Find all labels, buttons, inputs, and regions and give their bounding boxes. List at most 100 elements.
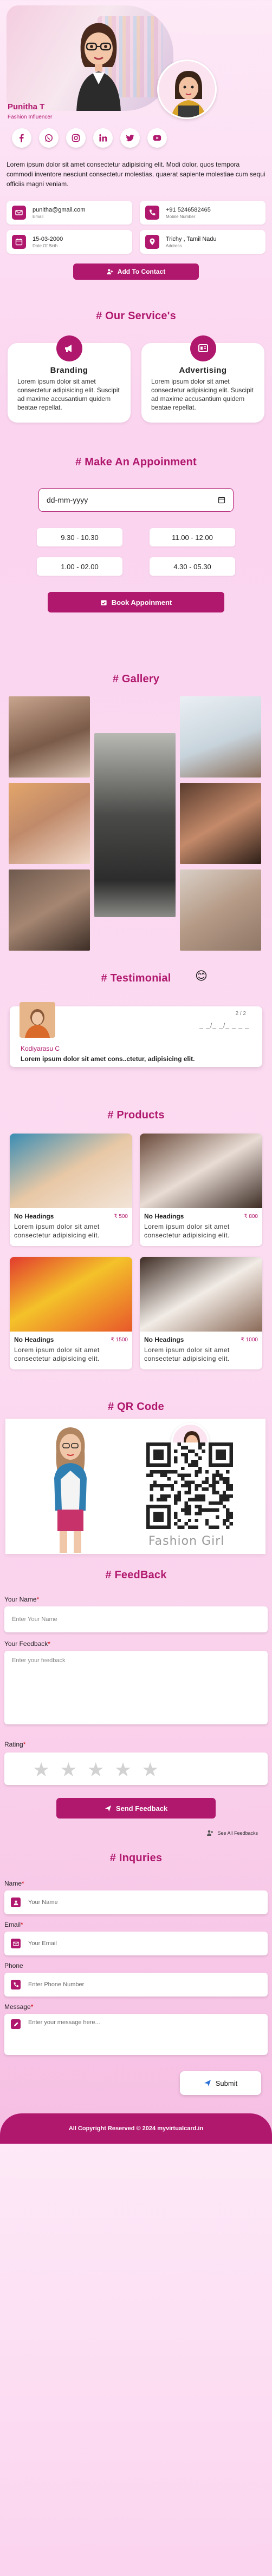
- product-card[interactable]: No Headings ₹ 1000 Lorem ipsum dolor sit …: [140, 1257, 262, 1369]
- product-name: No Headings: [14, 1213, 54, 1220]
- gallery-grid: [9, 696, 263, 951]
- product-price: ₹ 1000: [241, 1336, 258, 1343]
- star-icon[interactable]: ★: [33, 1760, 50, 1780]
- product-image: [10, 1134, 132, 1208]
- emoji-icon: 😊: [195, 969, 208, 983]
- twitter-icon[interactable]: [120, 128, 140, 148]
- inquiry-name-input[interactable]: Your Name: [4, 1890, 268, 1914]
- gallery-image[interactable]: [180, 869, 261, 951]
- profile-avatar-large: [76, 23, 121, 111]
- products-title: # Products: [107, 1109, 165, 1121]
- rating-label: Rating*: [4, 1741, 26, 1748]
- gallery-image[interactable]: [9, 696, 90, 778]
- gallery-image[interactable]: [94, 733, 176, 917]
- product-card[interactable]: No Headings ₹ 500 Lorem ipsum dolor sit a…: [10, 1134, 132, 1246]
- product-price: ₹ 1500: [111, 1336, 128, 1343]
- about-text: Lorem ipsum dolor sit amet consectetur a…: [7, 161, 265, 188]
- see-all-label: See All Feedbacks: [217, 1830, 258, 1836]
- inquiry-email-input[interactable]: Your Email: [4, 1932, 268, 1955]
- product-name: No Headings: [14, 1336, 54, 1343]
- inquiry-message-input[interactable]: Enter your message here...: [4, 2014, 268, 2055]
- feedback-textarea[interactable]: Enter your feedback: [4, 1651, 268, 1724]
- dob-value: 15-03-2000: [33, 235, 63, 242]
- phone-icon: [11, 1980, 21, 1989]
- testimonial-date: _ _/_ _/_ _ _ _: [199, 1022, 249, 1029]
- time-slot[interactable]: 11.00 - 12.00: [150, 528, 235, 546]
- gallery-image[interactable]: [180, 783, 261, 864]
- page: Punitha T Fashion Influencer Lorem ipsum…: [0, 0, 272, 2144]
- time-slot[interactable]: 9.30 - 10.30: [37, 528, 122, 546]
- add-to-contact-button[interactable]: Add To Contact: [73, 263, 199, 280]
- youtube-icon[interactable]: [147, 128, 167, 148]
- qr-caption: Fashion Girl: [148, 1534, 225, 1548]
- appointment-date-input[interactable]: dd-mm-yyyy: [38, 488, 234, 512]
- product-desc: Lorem ipsum dolor sit amet consectetur a…: [14, 1346, 100, 1362]
- user-icon: [11, 1898, 21, 1907]
- address-card[interactable]: Trichy , Tamil Nadu Address: [140, 230, 265, 254]
- facebook-icon[interactable]: [12, 128, 31, 148]
- service-card: Advertising Lorem ipsum dolor sit amet c…: [141, 335, 264, 423]
- linkedin-icon[interactable]: [93, 128, 113, 148]
- inquiry-phone-placeholder: Enter Phone Number: [28, 1981, 85, 1988]
- pencil-icon: [11, 2019, 21, 2029]
- service-name: Branding: [50, 366, 88, 375]
- gallery-title: # Gallery: [112, 673, 160, 685]
- rating-box: ★ ★ ★ ★ ★: [4, 1753, 268, 1785]
- book-appointment-button[interactable]: Book Appoinment: [48, 592, 224, 612]
- service-card: Branding Lorem ipsum dolor sit amet cons…: [8, 335, 131, 423]
- email-card[interactable]: punitha@gmail.com Email: [7, 201, 132, 225]
- gallery-image[interactable]: [9, 783, 90, 864]
- time-slot[interactable]: 4.30 - 05.30: [150, 557, 235, 576]
- copyright-text: All Copyright Reserved © 2024 myvirtualc…: [68, 2125, 204, 2132]
- profile-name: Punitha T: [8, 102, 45, 111]
- star-icon[interactable]: ★: [141, 1760, 159, 1780]
- mobile-card[interactable]: +91 5246582465 Mobile Number: [140, 201, 265, 225]
- product-image: [10, 1257, 132, 1332]
- profile-role: Fashion Influencer: [8, 114, 53, 120]
- time-slots: 9.30 - 10.30 11.00 - 12.00 1.00 - 02.00 …: [37, 528, 235, 576]
- calendar-icon[interactable]: [218, 496, 225, 504]
- product-card[interactable]: No Headings ₹ 800 Lorem ipsum dolor sit a…: [140, 1134, 262, 1246]
- products-grid: No Headings ₹ 500 Lorem ipsum dolor sit a…: [0, 1134, 272, 1369]
- mail-icon: [11, 1939, 21, 1948]
- star-icon[interactable]: ★: [114, 1760, 132, 1780]
- calendar-check-icon: [101, 599, 107, 605]
- gallery-image[interactable]: [9, 869, 90, 951]
- inquiry-name-placeholder: Your Name: [28, 1899, 58, 1906]
- ad-icon: [190, 335, 216, 361]
- inquiry-message-label: Message*: [4, 2003, 34, 2011]
- services-list: Branding Lorem ipsum dolor sit amet cons…: [0, 335, 272, 423]
- instagram-icon[interactable]: [66, 128, 86, 148]
- footer: All Copyright Reserved © 2024 myvirtualc…: [0, 2113, 272, 2144]
- time-slot[interactable]: 1.00 - 02.00: [37, 557, 122, 576]
- gallery-image[interactable]: [180, 696, 261, 778]
- star-icon[interactable]: ★: [60, 1760, 77, 1780]
- see-all-feedbacks-link[interactable]: See All Feedbacks: [0, 1829, 272, 1837]
- testimonial-title: # Testimonial: [101, 972, 171, 984]
- dob-card: 15-03-2000 Date Of Birth: [7, 230, 132, 254]
- inquiries-title: # Inquries: [109, 1852, 163, 1864]
- mail-icon: [12, 206, 26, 220]
- whatsapp-icon[interactable]: [39, 128, 59, 148]
- calendar-icon: [12, 235, 26, 249]
- submit-inquiry-button[interactable]: Submit: [180, 2071, 261, 2095]
- star-icon[interactable]: ★: [87, 1760, 105, 1780]
- send-feedback-label: Send Feedback: [115, 1804, 168, 1813]
- service-desc: Lorem ipsum dolor sit amet consectetur a…: [151, 378, 254, 411]
- testimonial-author: Kodiyarasu C: [21, 1045, 60, 1052]
- send-icon: [204, 2080, 211, 2086]
- qr-section: Fashion Girl: [0, 1419, 272, 1554]
- product-image: [140, 1257, 262, 1332]
- services-title: # Our Service's: [96, 310, 176, 322]
- email-label: Email: [33, 214, 44, 219]
- product-price: ₹ 500: [114, 1213, 128, 1220]
- qr-title: # QR Code: [107, 1401, 165, 1413]
- date-placeholder: dd-mm-yyyy: [47, 496, 88, 504]
- inquiry-name-label: Name*: [4, 1880, 24, 1887]
- inquiry-phone-input[interactable]: Enter Phone Number: [4, 1973, 268, 1997]
- inquiry-message-placeholder: Enter your message here...: [28, 2019, 100, 2026]
- product-card[interactable]: No Headings ₹ 1500 Lorem ipsum dolor sit …: [10, 1257, 132, 1369]
- send-feedback-button[interactable]: Send Feedback: [56, 1798, 216, 1819]
- feedback-name-input[interactable]: Enter Your Name: [4, 1606, 268, 1632]
- megaphone-icon: [56, 335, 82, 361]
